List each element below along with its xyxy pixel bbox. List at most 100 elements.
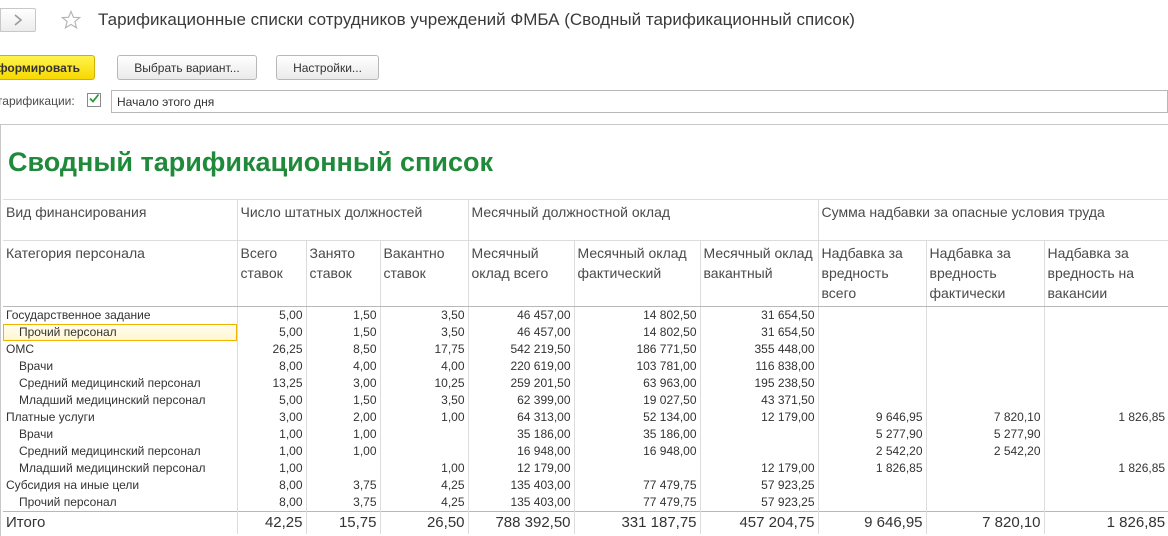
- table-cell[interactable]: 16 948,00: [573, 443, 701, 460]
- table-cell[interactable]: 12 179,00: [699, 460, 819, 477]
- row-label-category[interactable]: Прочий персонал: [3, 494, 237, 512]
- table-cell[interactable]: [925, 460, 1045, 477]
- table-cell[interactable]: 4,25: [379, 477, 469, 494]
- table-cell[interactable]: [925, 494, 1045, 512]
- table-cell[interactable]: 2 542,20: [925, 443, 1045, 460]
- table-cell[interactable]: 2,00: [305, 409, 380, 426]
- total-cell[interactable]: 15,75: [305, 511, 380, 534]
- table-cell[interactable]: [305, 460, 380, 477]
- table-cell[interactable]: 26,25: [236, 341, 306, 358]
- table-cell[interactable]: 12 179,00: [467, 460, 575, 477]
- table-cell[interactable]: 5 277,90: [817, 426, 927, 443]
- total-cell[interactable]: 42,25: [236, 511, 306, 534]
- table-row[interactable]: Младший медицинский персонал 5,00 1,50 3,50…: [3, 392, 1168, 409]
- table-cell[interactable]: 135 403,00: [467, 494, 575, 512]
- table-cell[interactable]: 9 646,95: [817, 409, 927, 426]
- table-cell[interactable]: 4,00: [305, 358, 380, 375]
- table-cell[interactable]: 14 802,50: [573, 324, 701, 341]
- table-row[interactable]: ОМС 26,25 8,50 17,75 542 219,50 186 771,50 355…: [3, 341, 1168, 358]
- table-cell[interactable]: 5,00: [236, 324, 306, 341]
- table-cell[interactable]: 1,50: [305, 306, 380, 324]
- table-cell[interactable]: 57 923,25: [699, 477, 819, 494]
- date-field[interactable]: Начало этого дня: [111, 90, 1168, 113]
- table-cell[interactable]: 1,50: [305, 324, 380, 341]
- table-cell[interactable]: 135 403,00: [467, 477, 575, 494]
- table-cell[interactable]: [817, 306, 927, 324]
- table-cell[interactable]: 12 179,00: [699, 409, 819, 426]
- table-cell[interactable]: [925, 477, 1045, 494]
- table-cell[interactable]: [1043, 392, 1168, 409]
- table-cell[interactable]: 116 838,00: [699, 358, 819, 375]
- table-cell[interactable]: 1,00: [236, 426, 306, 443]
- table-cell[interactable]: [817, 341, 927, 358]
- row-label-category[interactable]: Врачи: [3, 426, 237, 443]
- table-cell[interactable]: [1043, 358, 1168, 375]
- table-cell[interactable]: 5,00: [236, 306, 306, 324]
- row-label-category[interactable]: Средний медицинский персонал: [3, 375, 237, 392]
- table-cell[interactable]: 57 923,25: [699, 494, 819, 512]
- table-row[interactable]: Младший медицинский персонал 1,00 1,00 12 1…: [3, 460, 1168, 477]
- table-cell[interactable]: 13,25: [236, 375, 306, 392]
- table-cell[interactable]: 195 238,50: [699, 375, 819, 392]
- table-row[interactable]: Платные услуги 3,00 2,00 1,00 64 313,00 52 13…: [3, 409, 1168, 426]
- table-cell[interactable]: 46 457,00: [467, 306, 575, 324]
- table-row[interactable]: Средний медицинский персонал 13,25 3,00 10,…: [3, 375, 1168, 392]
- table-cell[interactable]: 1,00: [305, 426, 380, 443]
- table-cell[interactable]: [817, 494, 927, 512]
- total-cell[interactable]: 9 646,95: [817, 511, 927, 534]
- total-cell[interactable]: 26,50: [379, 511, 469, 534]
- table-cell[interactable]: 1,00: [236, 443, 306, 460]
- table-row[interactable]: Врачи 1,00 1,00 35 186,00 35 186,00 5 277,90 5…: [3, 426, 1168, 443]
- settings-button[interactable]: Настройки...: [276, 55, 379, 80]
- table-cell[interactable]: 4,00: [379, 358, 469, 375]
- table-cell[interactable]: [379, 443, 469, 460]
- table-row[interactable]: Врачи 8,00 4,00 4,00 220 619,00 103 781,00 116…: [3, 358, 1168, 375]
- total-row[interactable]: Итого 42,25 15,75 26,50 788 392,50 331 187,75…: [3, 511, 1168, 534]
- table-cell[interactable]: 1,00: [379, 460, 469, 477]
- table-cell[interactable]: 1,00: [379, 409, 469, 426]
- table-cell[interactable]: 62 399,00: [467, 392, 575, 409]
- table-cell[interactable]: [817, 358, 927, 375]
- table-cell[interactable]: [1043, 477, 1168, 494]
- table-cell[interactable]: [817, 477, 927, 494]
- row-label-category[interactable]: Младший медицинский персонал: [3, 392, 237, 409]
- table-cell[interactable]: 3,75: [305, 477, 380, 494]
- table-cell[interactable]: 4,25: [379, 494, 469, 512]
- table-row[interactable]: Прочий персонал 5,00 1,50 3,50 46 457,00 14 8…: [3, 324, 1168, 341]
- table-cell[interactable]: 3,50: [379, 324, 469, 341]
- table-cell[interactable]: 16 948,00: [467, 443, 575, 460]
- total-label[interactable]: Итого: [3, 511, 237, 534]
- table-cell[interactable]: [925, 324, 1045, 341]
- table-cell[interactable]: 3,00: [236, 409, 306, 426]
- table-cell[interactable]: [1043, 375, 1168, 392]
- table-cell[interactable]: 63 963,00: [573, 375, 701, 392]
- table-cell[interactable]: 43 371,50: [699, 392, 819, 409]
- table-cell[interactable]: 64 313,00: [467, 409, 575, 426]
- table-row[interactable]: Средний медицинский персонал 1,00 1,00 16 9…: [3, 443, 1168, 460]
- row-label-category[interactable]: Младший медицинский персонал: [3, 460, 237, 477]
- table-cell[interactable]: [1043, 324, 1168, 341]
- table-cell[interactable]: [925, 375, 1045, 392]
- table-cell[interactable]: 355 448,00: [699, 341, 819, 358]
- table-cell[interactable]: 10,25: [379, 375, 469, 392]
- row-label-category[interactable]: Врачи: [3, 358, 237, 375]
- table-cell[interactable]: 1,00: [305, 443, 380, 460]
- total-cell[interactable]: 788 392,50: [467, 511, 575, 534]
- table-cell[interactable]: 8,50: [305, 341, 380, 358]
- forward-button[interactable]: [0, 8, 36, 32]
- table-cell[interactable]: 8,00: [236, 477, 306, 494]
- table-cell[interactable]: 8,00: [236, 494, 306, 512]
- table-cell[interactable]: 3,50: [379, 306, 469, 324]
- table-cell[interactable]: 3,50: [379, 392, 469, 409]
- table-cell[interactable]: [573, 460, 701, 477]
- table-cell[interactable]: [925, 341, 1045, 358]
- table-cell[interactable]: [817, 392, 927, 409]
- table-cell[interactable]: [1043, 306, 1168, 324]
- row-label-funding[interactable]: Государственное задание: [3, 307, 237, 325]
- table-cell[interactable]: 1 826,85: [1043, 460, 1168, 477]
- table-cell[interactable]: [817, 375, 927, 392]
- table-row[interactable]: Субсидия на иные цели 8,00 3,75 4,25 135 403…: [3, 477, 1168, 494]
- favorite-star-icon[interactable]: [60, 9, 82, 31]
- table-cell[interactable]: 77 479,75: [573, 494, 701, 512]
- table-cell[interactable]: 19 027,50: [573, 392, 701, 409]
